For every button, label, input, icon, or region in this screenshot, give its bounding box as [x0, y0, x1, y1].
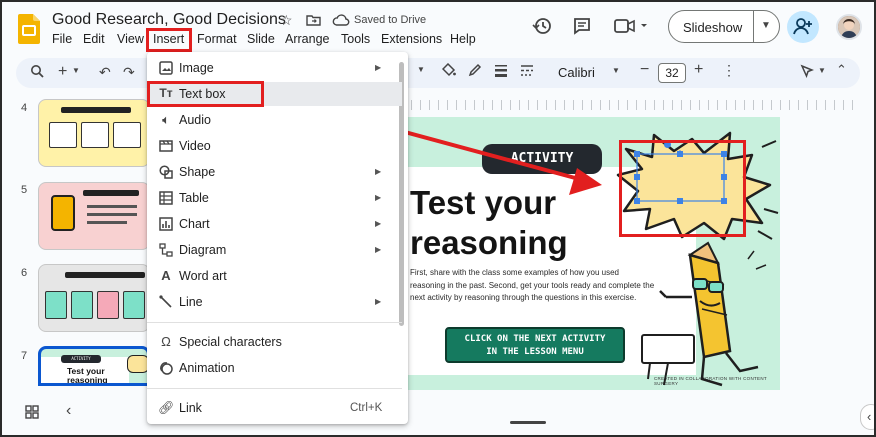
annotation-arrow [263, 92, 602, 195]
menu-item-video[interactable]: Video [147, 134, 402, 158]
menu-item-label: Image [179, 61, 214, 75]
menu-item-word-art[interactable]: A Word art [147, 264, 402, 288]
menu-item-special-characters[interactable]: Ω Special characters [147, 330, 402, 354]
menu-item-diagram[interactable]: Diagram ▶ [147, 238, 402, 262]
menu-item-label: Shape [179, 165, 216, 179]
chart-icon [159, 217, 173, 231]
menu-item-label: Diagram [179, 243, 227, 257]
menu-item-image[interactable]: Image ▶ [147, 56, 402, 80]
menu-divider [147, 388, 402, 389]
table-icon [159, 191, 173, 205]
text-box-menu-highlight [147, 81, 264, 107]
side-panel-chevron-left-icon[interactable]: ‹ [860, 404, 874, 430]
menu-item-chart[interactable]: Chart ▶ [147, 212, 402, 236]
app-window: Good Research, Good Decisions ☆ Saved to… [0, 0, 876, 437]
submenu-arrow-icon: ▶ [375, 63, 382, 72]
menu-item-label: Special characters [179, 335, 282, 349]
submenu-arrow-icon: ▶ [375, 245, 382, 254]
keyboard-shortcut: Ctrl+K [350, 402, 383, 414]
menu-item-label: Animation [179, 361, 235, 375]
diagram-icon [159, 243, 173, 257]
menu-item-shape[interactable]: Shape ▶ [147, 160, 402, 184]
line-icon [159, 295, 172, 308]
submenu-arrow-icon: ▶ [375, 297, 382, 306]
audio-icon: 🔈︎ [162, 112, 170, 127]
menu-item-animation[interactable]: Animation [147, 356, 402, 380]
special-characters-icon: Ω [161, 334, 171, 349]
speaker-notes-drag-handle[interactable] [510, 421, 546, 424]
word-art-icon: A [161, 268, 171, 283]
menu-item-line[interactable]: Line ▶ [147, 290, 402, 314]
menu-item-link[interactable]: 🔗︎ Link Ctrl+K [147, 396, 402, 420]
menu-item-label: Line [179, 295, 203, 309]
video-icon [159, 140, 173, 152]
submenu-arrow-icon: ▶ [375, 219, 382, 228]
menu-item-label: Table [179, 191, 209, 205]
menu-item-label: Video [179, 139, 211, 153]
submenu-arrow-icon: ▶ [375, 167, 382, 176]
image-icon [159, 61, 173, 75]
collapse-filmstrip-chevron-left-icon[interactable]: ‹ [66, 402, 71, 420]
insert-menu: Image ▶ Tт Text box 🔈︎ Audio Video Shape… [147, 52, 408, 424]
shape-icon [159, 165, 173, 179]
submenu-arrow-icon: ▶ [375, 193, 382, 202]
link-icon: 🔗︎ [158, 400, 175, 415]
menu-item-label: Chart [179, 217, 210, 231]
grid-view-icon[interactable] [25, 405, 39, 419]
animation-icon [160, 362, 173, 375]
menu-item-label: Audio [179, 113, 211, 127]
menu-divider [147, 322, 402, 323]
menu-item-label: Link [179, 401, 202, 415]
menu-item-table[interactable]: Table ▶ [147, 186, 402, 210]
menu-item-audio[interactable]: 🔈︎ Audio [147, 108, 402, 132]
menu-item-label: Word art [179, 269, 227, 283]
